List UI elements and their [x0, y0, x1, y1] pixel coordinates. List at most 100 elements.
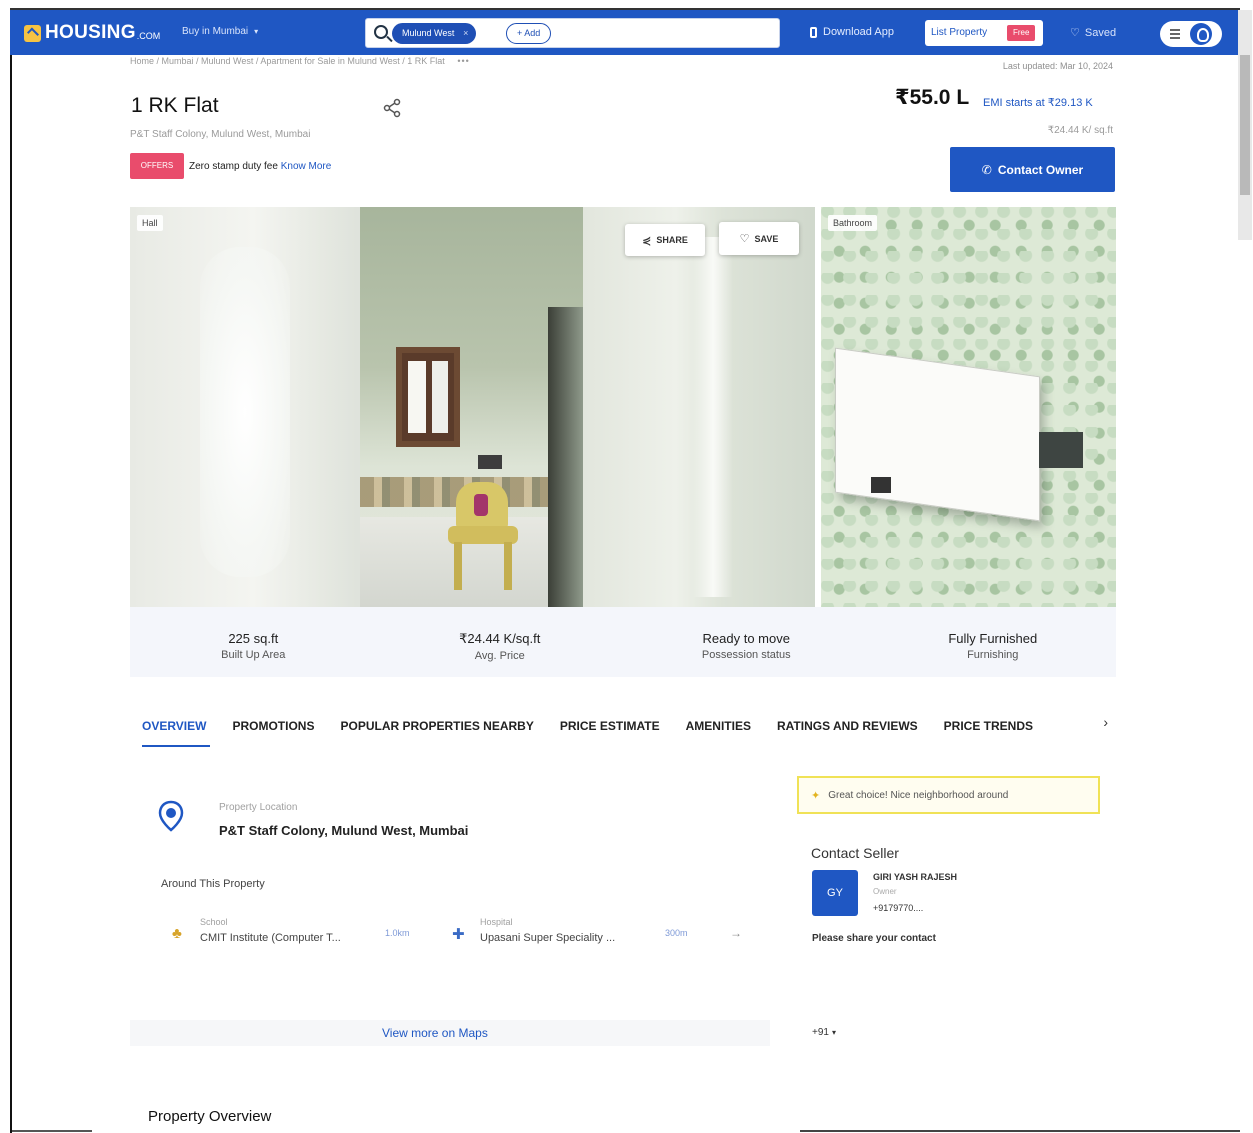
hamburger-icon: [1170, 29, 1180, 31]
stat-furnishing: Fully Furnished Furnishing: [870, 607, 1117, 677]
nearby-hospital[interactable]: ✚ Hospital Upasani Super Speciality ... …: [452, 913, 702, 949]
know-more-link[interactable]: Know More: [281, 161, 332, 172]
seller-phone: +9179770....: [873, 903, 924, 913]
arrow-right-icon[interactable]: →: [730, 926, 742, 940]
contact-owner-label: Contact Owner: [997, 162, 1084, 177]
property-overview-heading: Property Overview: [148, 1108, 272, 1125]
property-location-label: Property Location: [219, 802, 298, 813]
tab-amenities[interactable]: AMENITIES: [686, 719, 751, 733]
tab-popular-properties[interactable]: POPULAR PROPERTIES NEARBY: [340, 719, 533, 733]
chair-image: [446, 482, 526, 592]
stat-label: Furnishing: [967, 649, 1019, 661]
stat-label: Avg. Price: [474, 650, 525, 662]
avatar: GY: [812, 870, 858, 916]
heater-knob: [871, 477, 891, 493]
share-label: SHARE: [656, 235, 688, 245]
hall-photo[interactable]: [130, 207, 815, 607]
chair-leg: [504, 542, 512, 590]
save-label: SAVE: [754, 233, 779, 244]
section-tabs: OVERVIEW PROMOTIONS POPULAR PROPERTIES N…: [130, 700, 1116, 752]
poi-category: School: [200, 917, 228, 927]
stat-built-up-area: 225 sq.ft Built Up Area: [130, 607, 377, 677]
phone-icon: ✆: [981, 162, 992, 177]
nearby-school[interactable]: ♣ School CMIT Institute (Computer T... 1…: [172, 913, 422, 949]
save-button[interactable]: ♡ SAVE: [719, 222, 799, 255]
breadcrumb-path[interactable]: Home / Mumbai / Mulund West / Apartment …: [130, 56, 445, 66]
housing-logo[interactable]: HOUSING .COM: [24, 22, 160, 44]
property-location-address: P&T Staff Colony, Mulund West, Mumbai: [219, 823, 469, 838]
offer-text: Zero stamp duty fee Know More: [189, 161, 331, 172]
tab-ratings-reviews[interactable]: RATINGS AND REVIEWS: [777, 719, 918, 733]
list-property-button[interactable]: List Property Free: [925, 20, 1043, 46]
scrollbar-thumb[interactable]: [1240, 55, 1250, 195]
search-bar[interactable]: Mulund West × + Add: [365, 18, 780, 48]
light-glare: [200, 247, 290, 577]
city-select-label: Buy in Mumbai: [182, 26, 249, 37]
location-chip-label: Mulund West: [402, 28, 455, 38]
stat-label: Possession status: [701, 649, 791, 661]
poi-name: CMIT Institute (Computer T...: [200, 932, 341, 944]
socket-image: [1039, 432, 1083, 468]
list-property-label: List Property: [931, 27, 988, 38]
photo-label-bathroom: Bathroom: [828, 215, 878, 231]
offers-badge: OFFERS: [130, 153, 184, 179]
photo-label-hall: Hall: [137, 215, 163, 231]
user-avatar-icon: [1190, 23, 1212, 45]
contact-owner-button[interactable]: ✆ Contact Owner: [950, 147, 1115, 192]
emi-link[interactable]: EMI starts at ₹29.13 K: [983, 96, 1093, 109]
location-pin-icon: [158, 800, 184, 832]
poi-category: Hospital: [480, 917, 513, 927]
hospital-icon: ✚: [452, 926, 465, 943]
chevron-right-icon[interactable]: ›: [1103, 714, 1108, 730]
photo-gallery[interactable]: Hall Bathroom ⋞ SHARE ♡ SAVE: [130, 207, 1116, 607]
bathroom-photo[interactable]: [821, 207, 1116, 607]
chevron-down-icon: ▾: [254, 27, 259, 36]
share-button[interactable]: ⋞ SHARE: [625, 224, 705, 256]
breadcrumb-more[interactable]: •••: [457, 56, 469, 66]
property-price: ₹55.0 L: [895, 86, 970, 109]
city-select-dropdown[interactable]: Buy in Mumbai ▾: [182, 26, 258, 37]
share-icon[interactable]: [382, 98, 402, 118]
divider: [12, 1130, 92, 1132]
account-menu-button[interactable]: [1160, 21, 1222, 47]
stat-label: Built Up Area: [221, 649, 286, 661]
last-updated-text: Last updated: Mar 10, 2024: [1002, 61, 1113, 71]
view-more-on-maps-link[interactable]: View more on Maps: [382, 1026, 488, 1040]
poi-distance: 1.0km: [385, 928, 410, 938]
saved-label: Saved: [1084, 27, 1117, 39]
stat-value: 225 sq.ft: [228, 631, 279, 646]
poi-distance: 300m: [665, 928, 688, 938]
location-chip[interactable]: Mulund West ×: [392, 23, 477, 44]
page-title: 1 RK Flat: [131, 94, 219, 117]
stat-possession: Ready to move Possession status: [623, 607, 870, 677]
logo-suffix: .COM: [136, 31, 161, 41]
tab-promotions[interactable]: PROMOTIONS: [232, 719, 314, 733]
property-address: P&T Staff Colony, Mulund West, Mumbai: [130, 129, 311, 140]
wall-view: [583, 207, 815, 607]
neighborhood-note: Great choice! Nice neighborhood around: [828, 789, 1009, 801]
page-scrollbar[interactable]: [1238, 10, 1252, 240]
price-per-sqft: ₹24.44 K/ sq.ft: [1047, 125, 1113, 136]
chevron-down-icon: ▾: [831, 1028, 836, 1037]
phone-icon: [810, 26, 817, 38]
tab-overview[interactable]: OVERVIEW: [142, 719, 211, 747]
close-icon[interactable]: ×: [463, 23, 468, 44]
saved-link[interactable]: ♡ Saved: [1070, 26, 1116, 39]
water-heater-image: [835, 347, 1040, 522]
heart-icon: ♡: [739, 233, 750, 245]
share-contact-prompt: Please share your contact: [812, 933, 936, 944]
tab-price-estimate[interactable]: PRICE ESTIMATE: [560, 719, 660, 733]
free-badge: Free: [1007, 25, 1036, 41]
breadcrumb[interactable]: Home / Mumbai / Mulund West / Apartment …: [130, 56, 470, 66]
divider: [800, 1130, 1240, 1132]
add-location-button[interactable]: + Add: [506, 23, 552, 44]
poi-name: Upasani Super Speciality ...: [480, 932, 616, 944]
download-app-link[interactable]: Download App: [810, 26, 894, 38]
search-icon: [374, 25, 388, 39]
tab-price-trends[interactable]: PRICE TRENDS: [944, 719, 1033, 733]
switchboard: [478, 455, 502, 469]
seller-name: GIRI YASH RAJESH: [873, 872, 958, 882]
seller-role: Owner: [873, 887, 897, 896]
country-code-select[interactable]: +91 ▾: [812, 1027, 836, 1038]
stat-value: Fully Furnished: [948, 631, 1038, 646]
